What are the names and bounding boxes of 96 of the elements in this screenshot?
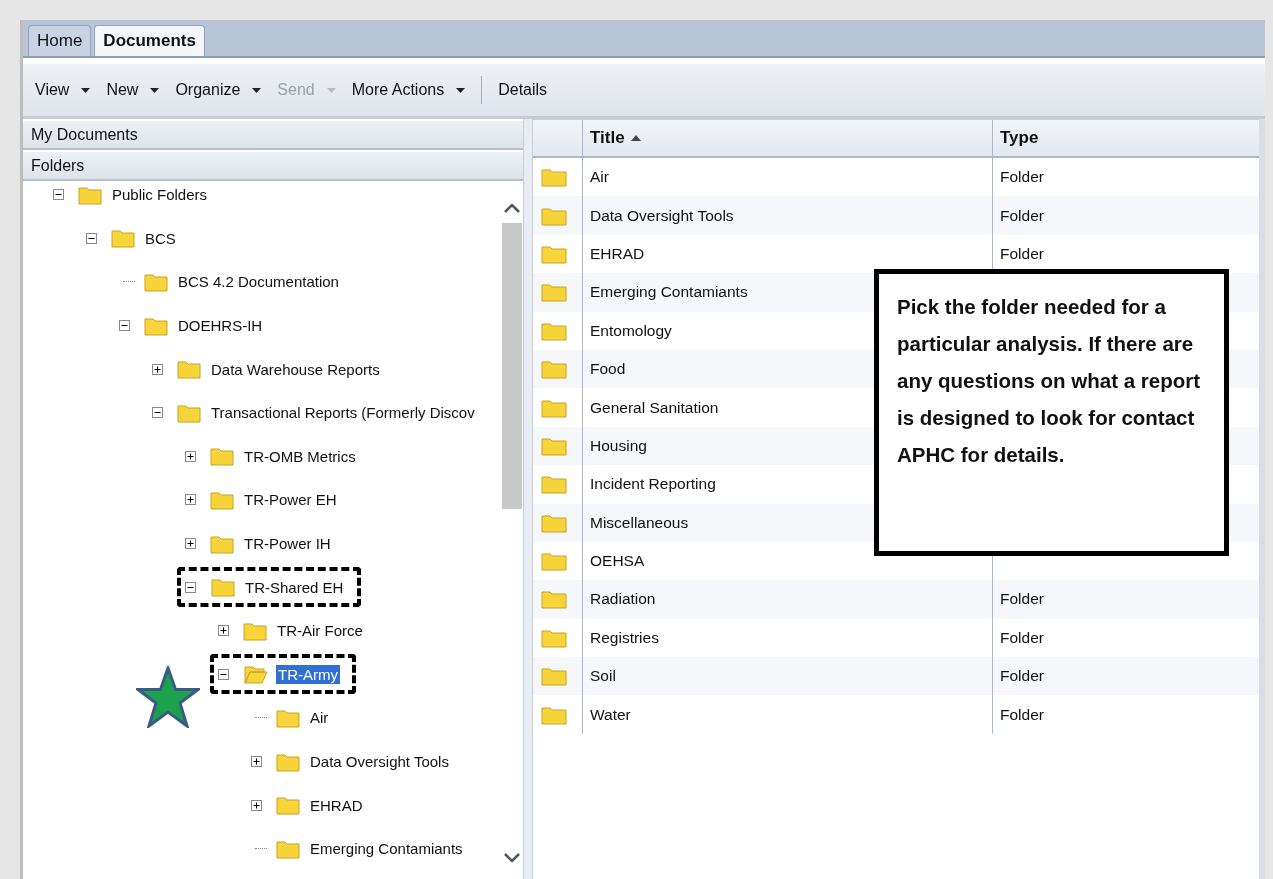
toggle-icon[interactable]: [86, 232, 97, 244]
toggle-icon[interactable]: [185, 494, 196, 506]
tree-item[interactable]: TR-Power IH: [242, 534, 333, 554]
tree-item[interactable]: Data Warehouse Reports: [209, 359, 382, 379]
toolbar-button[interactable]: More Actions: [343, 81, 474, 99]
folder-icon: [541, 474, 567, 495]
folder-icon: [541, 167, 567, 188]
tree-item[interactable]: TR-Air Force: [275, 621, 365, 641]
folder-icon: [177, 402, 201, 423]
table-cell[interactable]: Incident Reporting: [590, 475, 716, 494]
column-header[interactable]: Type: [993, 120, 1259, 156]
folder-icon: [210, 489, 234, 510]
toggle-icon[interactable]: [251, 799, 262, 811]
table-cell[interactable]: Air: [590, 168, 609, 187]
tree-item[interactable]: TR-Power EH: [242, 490, 339, 510]
folder-icon: [276, 707, 300, 728]
table-cell[interactable]: Registries: [590, 628, 659, 647]
scroll-up-icon[interactable]: [504, 203, 520, 213]
toggle-icon[interactable]: [53, 189, 64, 201]
folder-icon: [541, 205, 567, 226]
table-cell: Folder: [1000, 206, 1044, 225]
toggle-icon[interactable]: [119, 320, 130, 332]
folder-icon: [210, 533, 234, 554]
table-cell[interactable]: Miscellaneous: [590, 513, 689, 532]
table-cell[interactable]: EHRAD: [590, 244, 645, 263]
panel-header[interactable]: Folders: [23, 152, 523, 181]
toggle-icon[interactable]: [185, 581, 196, 593]
table-cell[interactable]: Housing: [590, 436, 647, 455]
table-cell: Folder: [1000, 168, 1044, 187]
folder-icon: [541, 282, 567, 303]
table-cell: Folder: [1000, 667, 1044, 686]
tree-item[interactable]: TR-OMB Metrics: [242, 446, 358, 466]
toggle-icon[interactable]: [218, 625, 229, 637]
table-cell: Folder: [1000, 628, 1044, 647]
table-cell[interactable]: Entomology: [590, 321, 672, 340]
callout-box: Pick the folder needed for a particular analysis. If there are any questions on what a report is designed to look for contact APHC for details.: [874, 269, 1229, 556]
tab[interactable]: Home: [28, 25, 92, 56]
tree-item[interactable]: TR-Army: [276, 664, 340, 684]
tree-item[interactable]: Public Folders: [110, 185, 210, 205]
folder-icon: [541, 359, 567, 380]
tree-item[interactable]: Emerging Contamiants: [308, 839, 465, 859]
tree-item[interactable]: Data Oversight Tools: [308, 752, 451, 771]
folder-icon: [144, 272, 168, 292]
toolbar-button[interactable]: New: [98, 81, 168, 99]
folder-icon: [541, 704, 567, 725]
table-cell[interactable]: Water: [590, 705, 631, 724]
toolbar-button[interactable]: Details: [490, 81, 556, 99]
toggle-icon[interactable]: [152, 407, 163, 419]
folder-icon: [541, 551, 567, 572]
column-header[interactable]: Title: [583, 120, 993, 156]
table-cell[interactable]: Soil: [590, 667, 616, 686]
folder-icon: [276, 795, 300, 816]
table-cell[interactable]: Emerging Contamiants: [590, 283, 748, 302]
table-cell[interactable]: Radiation: [590, 590, 656, 609]
tree-item[interactable]: BCS 4.2 Documentation: [176, 272, 341, 292]
folder-icon: [541, 589, 567, 610]
open-folder-icon: [244, 664, 268, 685]
table-cell[interactable]: General Sanitation: [590, 398, 719, 417]
table-cell: Folder: [1000, 590, 1044, 609]
tree-item[interactable]: DOEHRS-IH: [176, 316, 265, 336]
tree-item[interactable]: BCS: [143, 228, 178, 248]
toolbar-button[interactable]: View: [27, 81, 99, 99]
table-cell[interactable]: OEHSA: [590, 552, 645, 571]
toggle-icon[interactable]: [152, 363, 163, 375]
toggle-icon[interactable]: [218, 668, 229, 680]
tree-item[interactable]: Transactional Reports (Formerly Discov: [209, 403, 477, 423]
table-cell[interactable]: Data Oversight Tools: [590, 206, 734, 225]
toggle-icon[interactable]: [185, 538, 196, 550]
folder-icon: [111, 228, 135, 249]
folder-icon: [210, 446, 234, 467]
tab[interactable]: Documents: [94, 25, 205, 56]
table-cell: Folder: [1000, 705, 1044, 724]
folder-icon: [541, 397, 567, 418]
toggle-icon[interactable]: [251, 756, 262, 767]
folder-icon: [541, 243, 567, 264]
scroll-down-icon[interactable]: [504, 853, 520, 863]
folder-icon: [541, 435, 567, 456]
folder-icon: [276, 751, 300, 772]
folder-icon: [541, 320, 567, 341]
table-cell[interactable]: Food: [590, 360, 626, 379]
scrollbar-thumb[interactable]: [502, 223, 522, 509]
folder-icon: [243, 620, 267, 641]
toolbar-button[interactable]: Organize: [167, 81, 270, 99]
folder-icon: [177, 359, 201, 380]
toggle-icon[interactable]: [185, 450, 196, 462]
folder-icon: [541, 627, 567, 648]
folder-icon: [541, 512, 567, 533]
panel-header[interactable]: My Documents: [23, 121, 523, 150]
tree-item[interactable]: Air: [308, 708, 331, 728]
folder-icon: [276, 838, 300, 859]
table-cell: Folder: [1000, 244, 1044, 263]
folder-icon: [144, 315, 168, 336]
tree-item[interactable]: EHRAD: [308, 795, 365, 815]
folder-icon: [78, 184, 102, 205]
folder-icon: [541, 666, 567, 687]
folder-icon: [211, 577, 235, 598]
